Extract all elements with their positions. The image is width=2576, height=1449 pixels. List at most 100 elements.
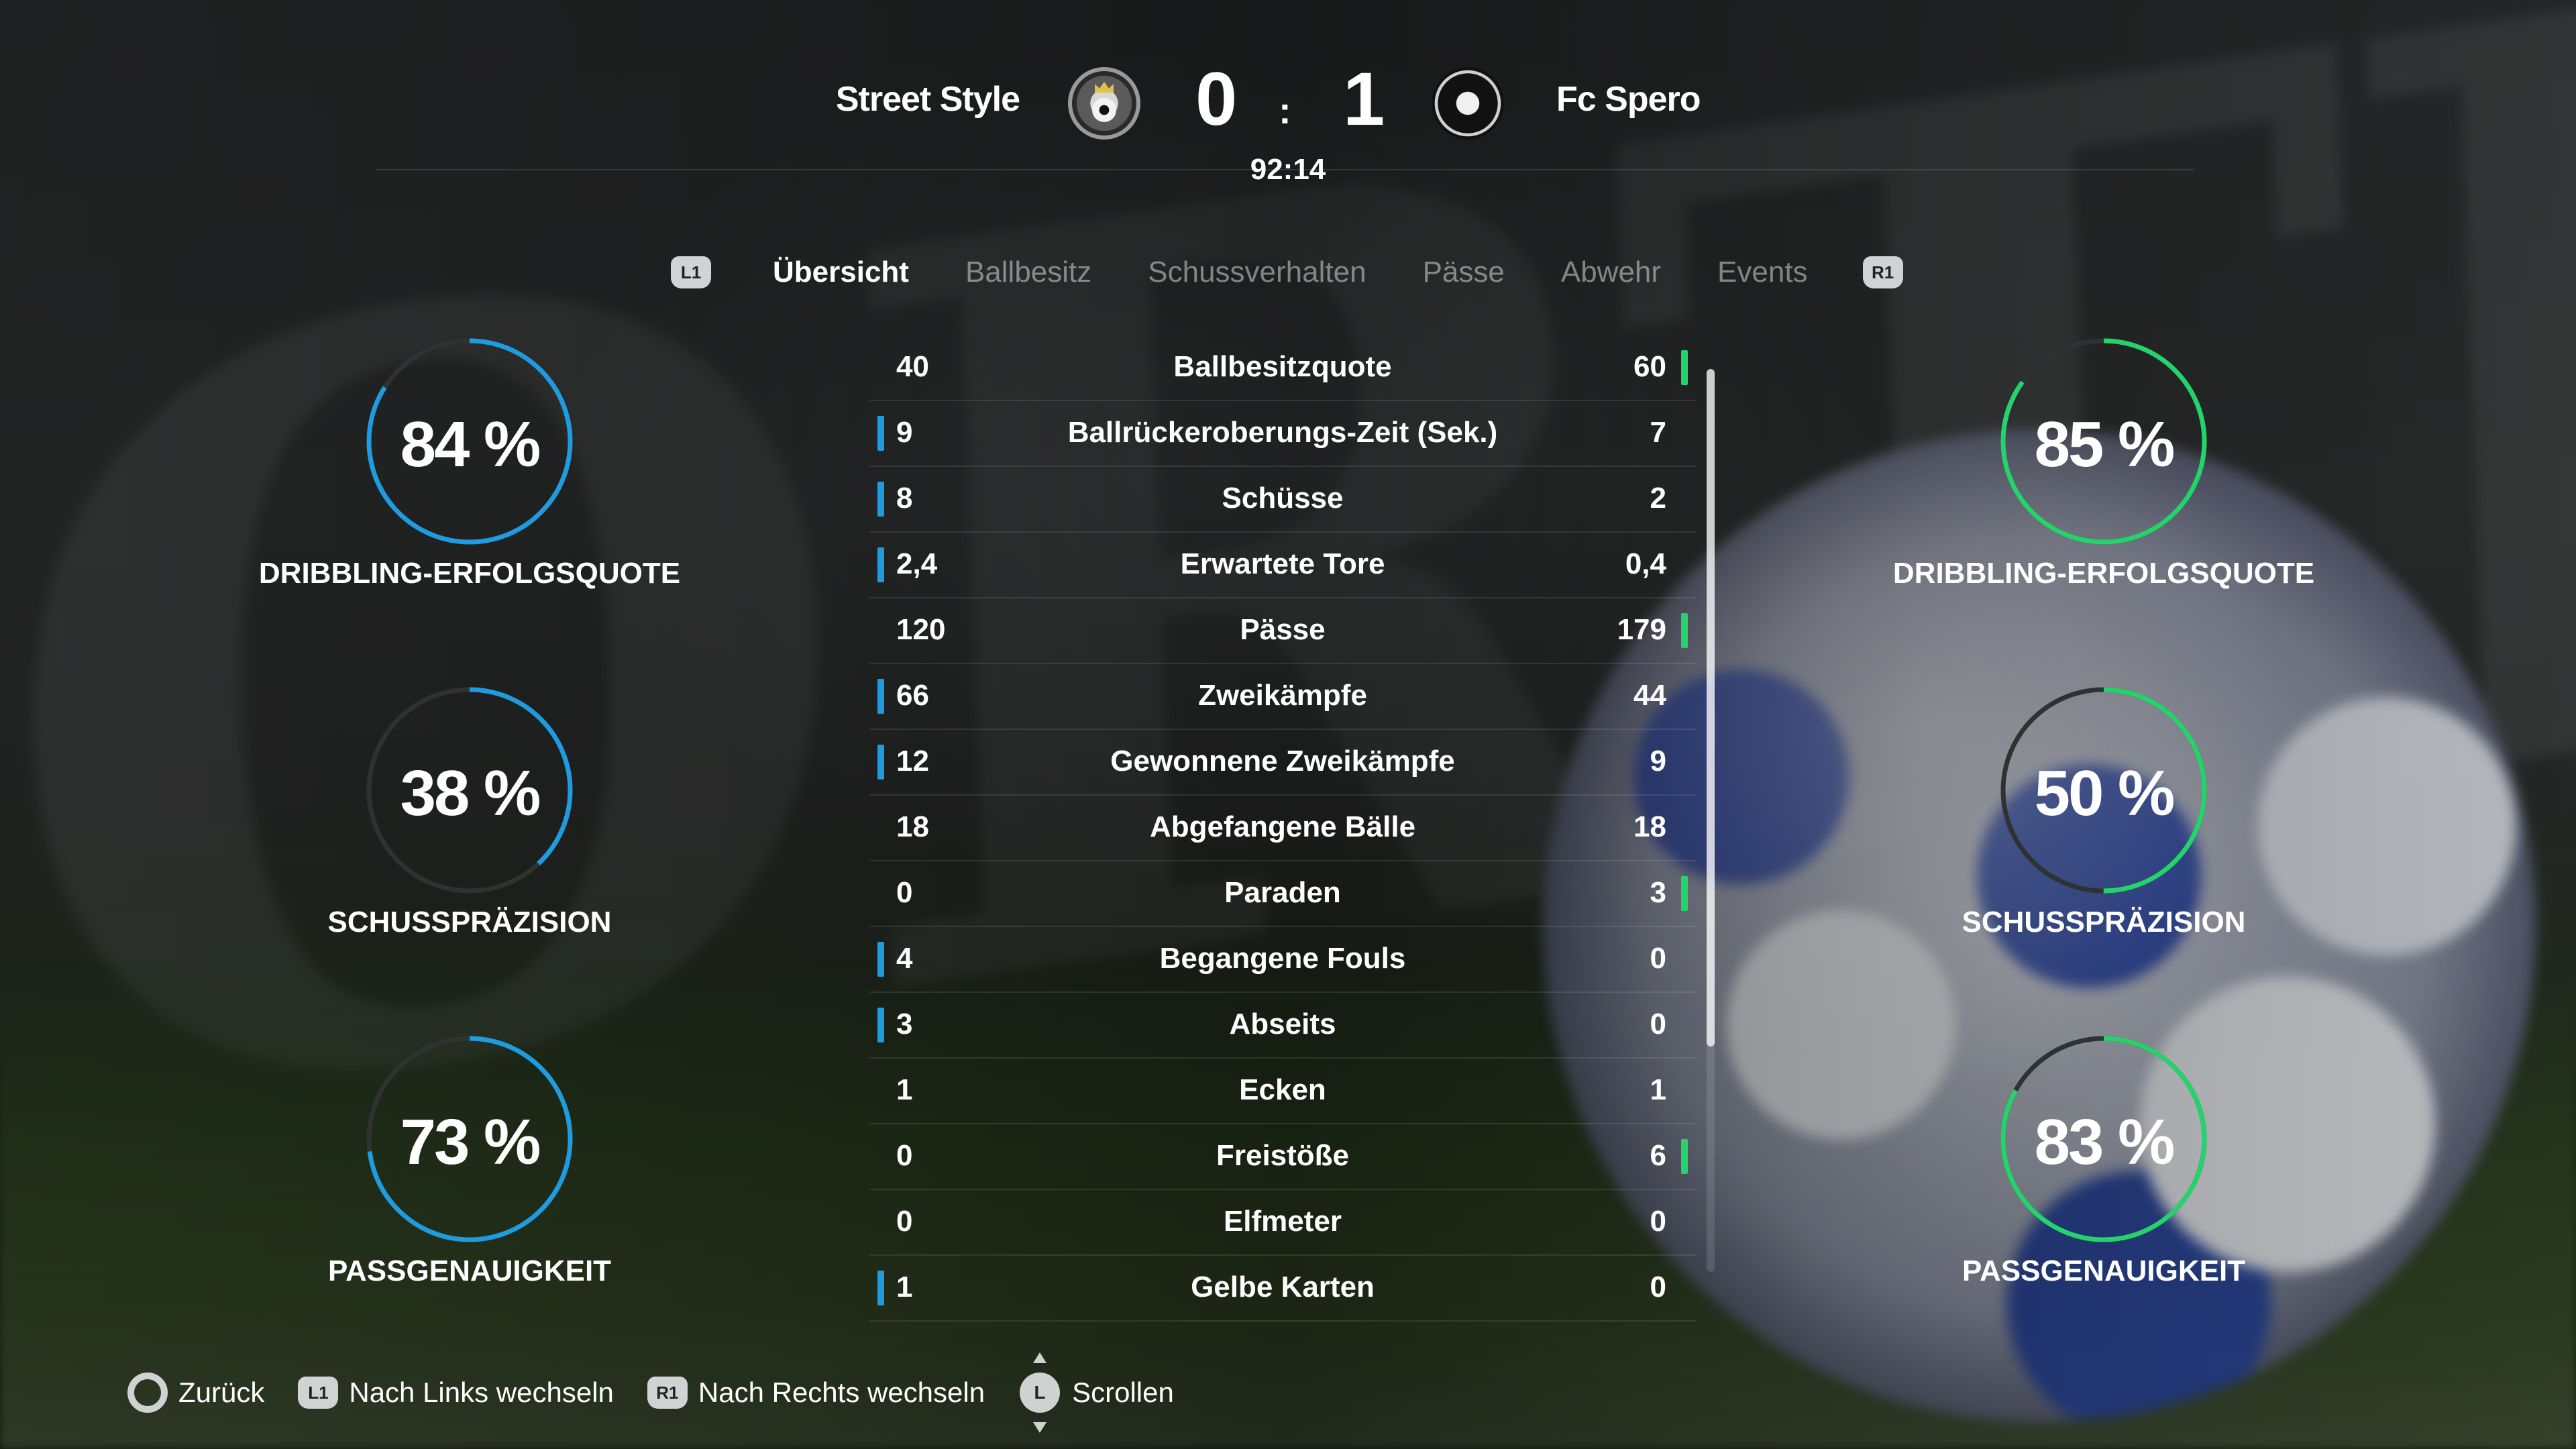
stat-row: 3 Abseits 0 <box>869 993 1696 1059</box>
home-stat-value: 12 <box>896 745 929 777</box>
stat-row: 12 Gewonnene Zweikämpfe 9 <box>869 730 1696 796</box>
stat-label: Ecken <box>1239 1073 1326 1106</box>
away-stat-value: 18 <box>1633 810 1666 843</box>
back-control[interactable]: Zurück <box>127 1373 264 1413</box>
home-leader-bar <box>877 482 884 517</box>
tab-paesse[interactable]: Pässe <box>1423 256 1505 289</box>
controls-footer: Zurück L1 Nach Links wechseln R1 Nach Re… <box>127 1352 1208 1433</box>
home-score: 0 <box>1195 57 1238 141</box>
home-stat-value: 0 <box>896 1205 913 1238</box>
away-stat-value: 0 <box>1650 1008 1666 1040</box>
home-leader-bar <box>877 416 884 451</box>
stat-row: 0 Freistöße 6 <box>869 1124 1696 1190</box>
tab-events[interactable]: Events <box>1717 256 1808 289</box>
scroll-label: Scrollen <box>1072 1377 1174 1408</box>
l1-button-icon: L1 <box>298 1377 339 1409</box>
stat-label: Ballrückeroberungs-Zeit (Sek.) <box>1067 416 1498 449</box>
switch-right-label: Nach Rechts wechseln <box>698 1377 985 1408</box>
away-stat-value: 1 <box>1650 1073 1666 1106</box>
home-gauge: 84 % DRIBBLING-ERFOLGSQUOTE <box>255 335 684 644</box>
stat-row: 4 Begangene Fouls 0 <box>869 927 1696 993</box>
r1-button-icon: R1 <box>647 1377 688 1409</box>
arrow-up-icon <box>1033 1352 1047 1363</box>
switch-left-label: Nach Links wechseln <box>349 1377 614 1408</box>
tab-uebersicht[interactable]: Übersicht <box>773 256 909 289</box>
gauge-value: 73 % <box>400 1106 541 1178</box>
gauge-value: 38 % <box>400 757 541 829</box>
gauge-label: DRIBBLING-ERFOLGSQUOTE <box>1892 557 2315 590</box>
stats-scrollbar-thumb[interactable] <box>1707 369 1715 1046</box>
switch-left-control[interactable]: L1 Nach Links wechseln <box>298 1377 614 1409</box>
header-divider <box>376 169 2194 170</box>
stats-table[interactable]: 40 Ballbesitzquote 60 9 Ballrückeroberungs-Z… <box>869 335 1696 1322</box>
home-team-crest-icon <box>1068 67 1140 140</box>
gauge-value: 84 % <box>400 409 541 480</box>
away-team-crest-icon <box>1432 67 1504 140</box>
stat-row: 0 Elfmeter 0 <box>869 1190 1696 1256</box>
home-stat-value: 9 <box>896 416 913 449</box>
gauge-value: 83 % <box>2034 1106 2176 1178</box>
stick-badge: L <box>1020 1373 1061 1413</box>
away-leader-bar <box>1681 613 1688 648</box>
gauge-value: 50 % <box>2034 757 2176 829</box>
gauge-label: SCHUSSPRÄZISION <box>1962 906 2246 938</box>
away-team-name: Fc Spero <box>1556 80 1701 119</box>
r1-button-icon[interactable]: R1 <box>1862 256 1903 288</box>
away-stat-value: 9 <box>1650 745 1666 777</box>
stat-row: 18 Abgefangene Bälle 18 <box>869 796 1696 861</box>
stat-label: Begangene Fouls <box>1159 942 1406 975</box>
away-leader-bar <box>1681 876 1688 911</box>
home-stat-value: 40 <box>896 350 929 383</box>
away-gauge: 83 % PASSGENAUIGKEIT <box>1889 1033 2318 1342</box>
scroll-control[interactable]: L Scrollen <box>1018 1352 1174 1433</box>
stat-label: Erwartete Tore <box>1180 547 1385 580</box>
stat-row: 9 Ballrückeroberungs-Zeit (Sek.) 7 <box>869 401 1696 467</box>
circle-button-icon <box>127 1373 168 1413</box>
stat-row: 2,4 Erwartete Tore 0,4 <box>869 533 1696 598</box>
away-gauge: 85 % DRIBBLING-ERFOLGSQUOTE <box>1889 335 2318 644</box>
home-stat-value: 4 <box>896 942 913 975</box>
tab-schussverhalten[interactable]: Schussverhalten <box>1148 256 1366 289</box>
ball-icon <box>1092 98 1116 122</box>
away-stat-value: 179 <box>1617 613 1666 646</box>
home-stat-value: 0 <box>896 876 913 909</box>
home-gauge: 73 % PASSGENAUIGKEIT <box>255 1033 684 1342</box>
l1-button-icon[interactable]: L1 <box>671 256 711 288</box>
home-stat-value: 1 <box>896 1271 913 1303</box>
stat-label: Pässe <box>1240 613 1326 646</box>
away-stat-value: 44 <box>1633 679 1666 712</box>
home-stat-value: 2,4 <box>896 547 938 580</box>
home-stat-value: 0 <box>896 1139 913 1172</box>
gauge-label: PASSGENAUIGKEIT <box>327 1254 612 1287</box>
stat-row: 0 Paraden 3 <box>869 861 1696 927</box>
away-stat-value: 60 <box>1633 350 1666 383</box>
home-stat-value: 18 <box>896 810 929 843</box>
stat-label: Gewonnene Zweikämpfe <box>1110 745 1455 777</box>
tab-ballbesitz[interactable]: Ballbesitz <box>965 256 1091 289</box>
away-stat-value: 0,4 <box>1625 547 1666 580</box>
home-leader-bar <box>877 942 884 977</box>
away-gauge: 50 % SCHUSSPRÄZISION <box>1889 684 2318 993</box>
home-stat-value: 120 <box>896 613 946 646</box>
stat-label: Abseits <box>1229 1008 1336 1040</box>
stat-label: Freistöße <box>1216 1139 1350 1172</box>
home-stat-value: 1 <box>896 1073 913 1106</box>
home-leader-bar <box>877 745 884 780</box>
stat-label: Ballbesitzquote <box>1173 350 1392 383</box>
away-stat-value: 0 <box>1650 1271 1666 1303</box>
arrow-down-icon <box>1033 1422 1047 1433</box>
switch-right-control[interactable]: R1 Nach Rechts wechseln <box>647 1377 985 1409</box>
gauge-value: 85 % <box>2034 409 2176 480</box>
stats-scrollbar[interactable] <box>1707 369 1715 1272</box>
tab-abwehr[interactable]: Abwehr <box>1561 256 1661 289</box>
stat-row: 8 Schüsse 2 <box>869 467 1696 533</box>
stat-row: 120 Pässe 179 <box>869 598 1696 664</box>
stat-label: Paraden <box>1224 876 1341 909</box>
gauge-label: PASSGENAUIGKEIT <box>1962 1254 2246 1287</box>
away-stat-value: 7 <box>1650 416 1666 449</box>
home-team-name: Street Style <box>835 80 1020 119</box>
crown-icon <box>1095 82 1114 93</box>
away-stat-value: 0 <box>1650 942 1666 975</box>
away-score: 1 <box>1343 57 1385 141</box>
stat-row: 66 Zweikämpfe 44 <box>869 664 1696 730</box>
